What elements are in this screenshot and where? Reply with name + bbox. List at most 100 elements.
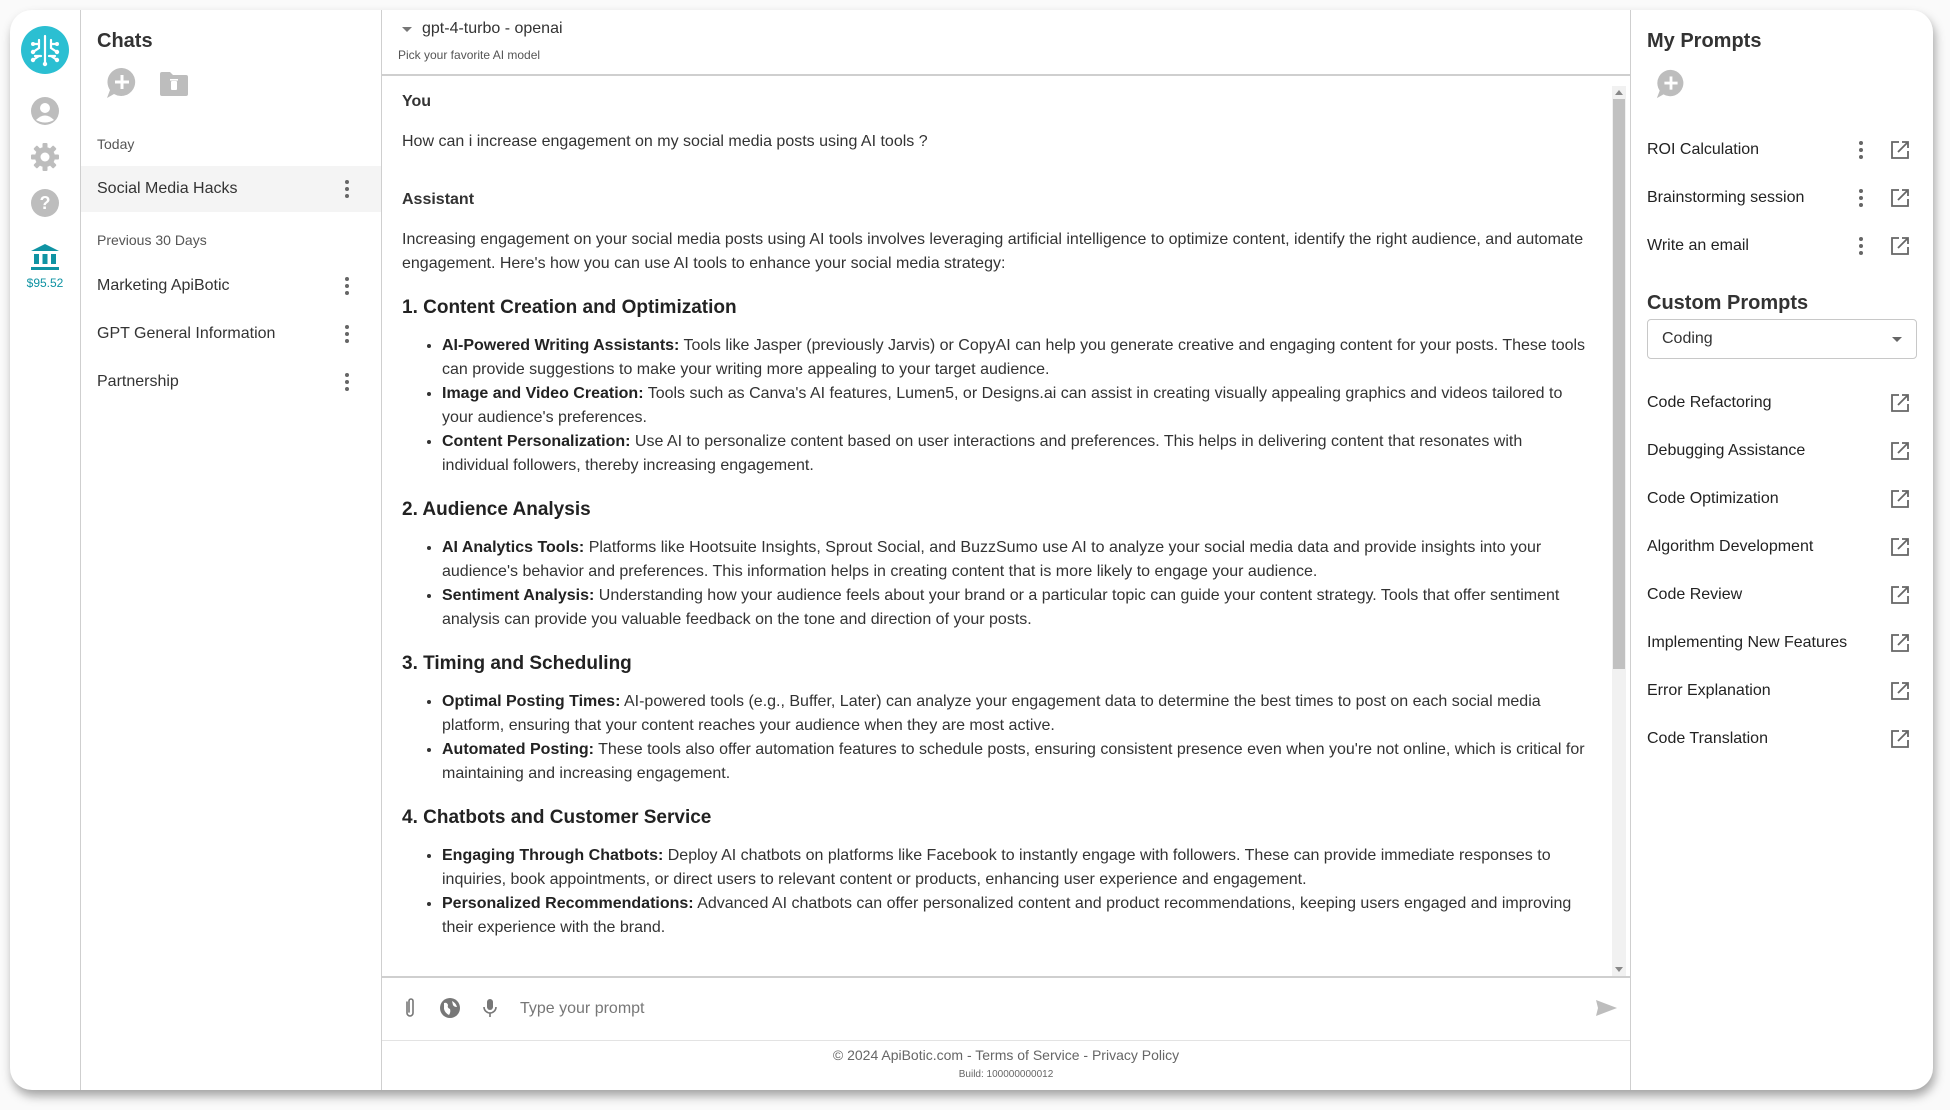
prompt-label[interactable]: Brainstorming session	[1647, 189, 1851, 207]
open-external-icon[interactable]	[1889, 235, 1911, 257]
chat-options-button[interactable]	[335, 177, 359, 201]
prompt-label[interactable]: Code Optimization	[1647, 490, 1889, 508]
bank-icon[interactable]	[30, 242, 60, 272]
settings-gear-icon[interactable]	[30, 142, 60, 172]
bullet-term: Optimal Posting Times:	[442, 693, 621, 710]
icon-rail: ? $95.52	[10, 10, 81, 1090]
model-select[interactable]: gpt-4-turbo - openai	[402, 20, 563, 38]
delete-chats-button[interactable]	[158, 70, 190, 98]
section-heading: 1. Content Creation and Optimization	[402, 297, 737, 318]
bullet-list: Optimal Posting Times: AI-powered tools …	[402, 690, 1592, 786]
chats-title: Chats	[97, 30, 153, 52]
scrollbar-thumb[interactable]	[1613, 99, 1625, 669]
more-vertical-icon	[345, 324, 349, 345]
bullet-text: Platforms like Hootsuite Insights, Sprou…	[442, 539, 1542, 580]
prompt-label[interactable]: Algorithm Development	[1647, 538, 1889, 556]
custom-prompt-item[interactable]: Algorithm Development	[1647, 532, 1917, 562]
custom-prompt-item[interactable]: Code Review	[1647, 580, 1917, 610]
microphone-icon	[483, 999, 497, 1017]
bullet-text: Understanding how your audience feels ab…	[442, 587, 1560, 628]
custom-prompt-item[interactable]: Implementing New Features	[1647, 628, 1917, 658]
build-number: Build: 100000000012	[958, 1069, 1054, 1080]
assistant-role-label: Assistant	[402, 191, 475, 208]
open-external-icon[interactable]	[1889, 139, 1911, 161]
chat-item[interactable]: Social Media Hacks	[81, 166, 381, 212]
prompt-input[interactable]	[518, 992, 1522, 1026]
open-external-icon[interactable]	[1889, 632, 1911, 654]
more-vertical-icon	[345, 276, 349, 297]
custom-prompt-item[interactable]: Debugging Assistance	[1647, 436, 1917, 466]
open-external-icon[interactable]	[1889, 392, 1911, 414]
open-external-icon[interactable]	[1889, 536, 1911, 558]
prompt-label[interactable]: Error Explanation	[1647, 682, 1889, 700]
model-header: gpt-4-turbo - openai Pick your favorite …	[382, 10, 1630, 76]
message-scrollbar[interactable]	[1612, 86, 1626, 976]
model-select-value: gpt-4-turbo - openai	[422, 20, 563, 37]
footer: © 2024 ApiBotic.com - Terms of Service -…	[382, 1040, 1630, 1080]
web-search-button[interactable]	[438, 996, 462, 1020]
open-external-icon[interactable]	[1889, 440, 1911, 462]
help-icon[interactable]: ?	[30, 188, 60, 218]
prompt-label[interactable]: Code Translation	[1647, 730, 1889, 748]
assistant-intro: Increasing engagement on your social med…	[402, 231, 1584, 272]
prompt-label[interactable]: Implementing New Features	[1647, 634, 1889, 652]
scroll-down-arrow-icon[interactable]	[1615, 967, 1623, 972]
custom-prompt-item[interactable]: Code Optimization	[1647, 484, 1917, 514]
custom-prompt-item[interactable]: Error Explanation	[1647, 676, 1917, 706]
account-icon[interactable]	[30, 96, 60, 126]
circuit-brain-icon	[30, 34, 60, 67]
footer-separator: -	[1079, 1047, 1092, 1063]
microphone-button[interactable]	[478, 996, 502, 1020]
my-prompt-item[interactable]: ROI Calculation	[1647, 135, 1917, 165]
chat-item-label: GPT General Information	[97, 325, 276, 342]
open-external-icon[interactable]	[1889, 728, 1911, 750]
prompt-label[interactable]: Debugging Assistance	[1647, 442, 1889, 460]
privacy-link[interactable]: Privacy Policy	[1092, 1047, 1179, 1063]
chat-item[interactable]: Marketing ApiBotic	[81, 263, 381, 309]
bullet-term: Engaging Through Chatbots:	[442, 847, 664, 864]
prompt-label[interactable]: Code Refactoring	[1647, 394, 1889, 412]
send-icon	[1596, 1000, 1617, 1016]
prompt-options-button[interactable]	[1851, 186, 1871, 210]
assistant-sections: 1. Content Creation and Optimization AI-P…	[402, 296, 1592, 940]
prompt-label[interactable]: Write an email	[1647, 237, 1851, 255]
chat-options-button[interactable]	[335, 370, 359, 394]
new-chat-button[interactable]	[105, 66, 139, 100]
custom-prompt-item[interactable]: Code Translation	[1647, 724, 1917, 754]
new-chat-icon	[107, 67, 136, 98]
bullet-item: Image and Video Creation: Tools such as …	[442, 382, 1592, 430]
custom-prompt-item[interactable]: Code Refactoring	[1647, 388, 1917, 418]
terms-link[interactable]: Terms of Service	[975, 1047, 1079, 1063]
my-prompt-item[interactable]: Write an email	[1647, 231, 1917, 261]
chat-options-button[interactable]	[335, 274, 359, 298]
prompt-label[interactable]: Code Review	[1647, 586, 1889, 604]
prompt-category-select[interactable]: Coding	[1647, 319, 1917, 359]
more-vertical-icon	[1859, 188, 1863, 209]
user-role-label: You	[402, 93, 432, 110]
copyright-text: © 2024 ApiBotic.com	[832, 1047, 964, 1063]
prompt-options-button[interactable]	[1851, 138, 1871, 162]
send-button[interactable]	[1594, 996, 1618, 1020]
attach-button[interactable]	[398, 996, 422, 1020]
prompt-options-button[interactable]	[1851, 234, 1871, 258]
open-external-icon[interactable]	[1889, 187, 1911, 209]
section-heading: 2. Audience Analysis	[402, 499, 591, 520]
chat-options-button[interactable]	[335, 322, 359, 346]
attach-icon	[406, 998, 414, 1017]
prompts-panel: My Prompts ROI Calculation Brainstorming …	[1631, 10, 1933, 1090]
new-prompt-button[interactable]	[1655, 68, 1687, 100]
chat-item[interactable]: GPT General Information	[81, 311, 381, 357]
caret-down-icon	[1892, 336, 1902, 342]
open-external-icon[interactable]	[1889, 488, 1911, 510]
scroll-up-arrow-icon[interactable]	[1615, 90, 1623, 95]
open-external-icon[interactable]	[1889, 680, 1911, 702]
apibotic-logo[interactable]	[21, 26, 69, 74]
prompt-category-value: Coding	[1662, 330, 1713, 347]
my-prompt-item[interactable]: Brainstorming session	[1647, 183, 1917, 213]
open-external-icon[interactable]	[1889, 584, 1911, 606]
chat-item[interactable]: Partnership	[81, 359, 381, 405]
bullet-term: AI Analytics Tools:	[442, 539, 585, 556]
prompt-label[interactable]: ROI Calculation	[1647, 141, 1851, 159]
bullet-term: Sentiment Analysis:	[442, 587, 595, 604]
bullet-term: Image and Video Creation:	[442, 385, 644, 402]
